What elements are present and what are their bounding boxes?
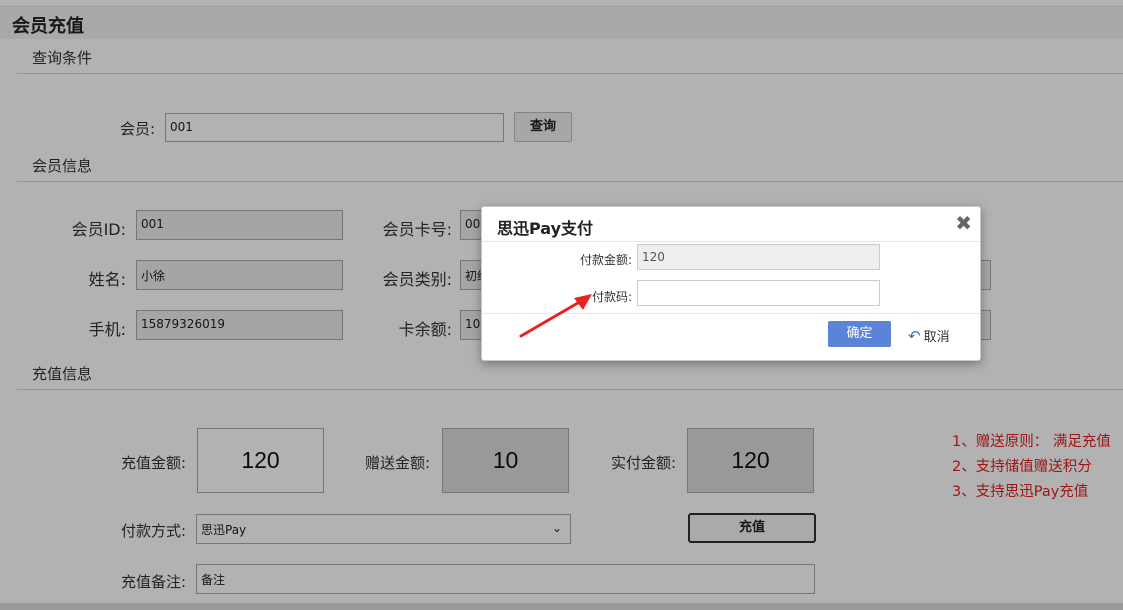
cancel-button[interactable]: ↶ 取消 — [908, 326, 950, 345]
undo-arrow-icon: ↶ — [908, 327, 921, 345]
confirm-button[interactable]: 确定 — [828, 321, 891, 347]
dialog-footer-divider — [482, 313, 980, 314]
dialog-header: 思迅Pay支付 ✖ — [482, 207, 980, 242]
pay-amount-field[interactable]: 120 — [637, 244, 880, 270]
close-icon[interactable]: ✖ — [955, 211, 972, 235]
pay-code-input[interactable] — [637, 280, 880, 306]
pay-code-label: 付款码: — [591, 290, 632, 304]
dialog-title: 思迅Pay支付 — [497, 219, 594, 238]
pay-amount-label: 付款金额: — [579, 253, 632, 267]
pay-dialog: 思迅Pay支付 ✖ 付款金额: 120 付款码: 确定 ↶ 取消 — [481, 206, 981, 361]
cancel-label: 取消 — [923, 330, 950, 345]
